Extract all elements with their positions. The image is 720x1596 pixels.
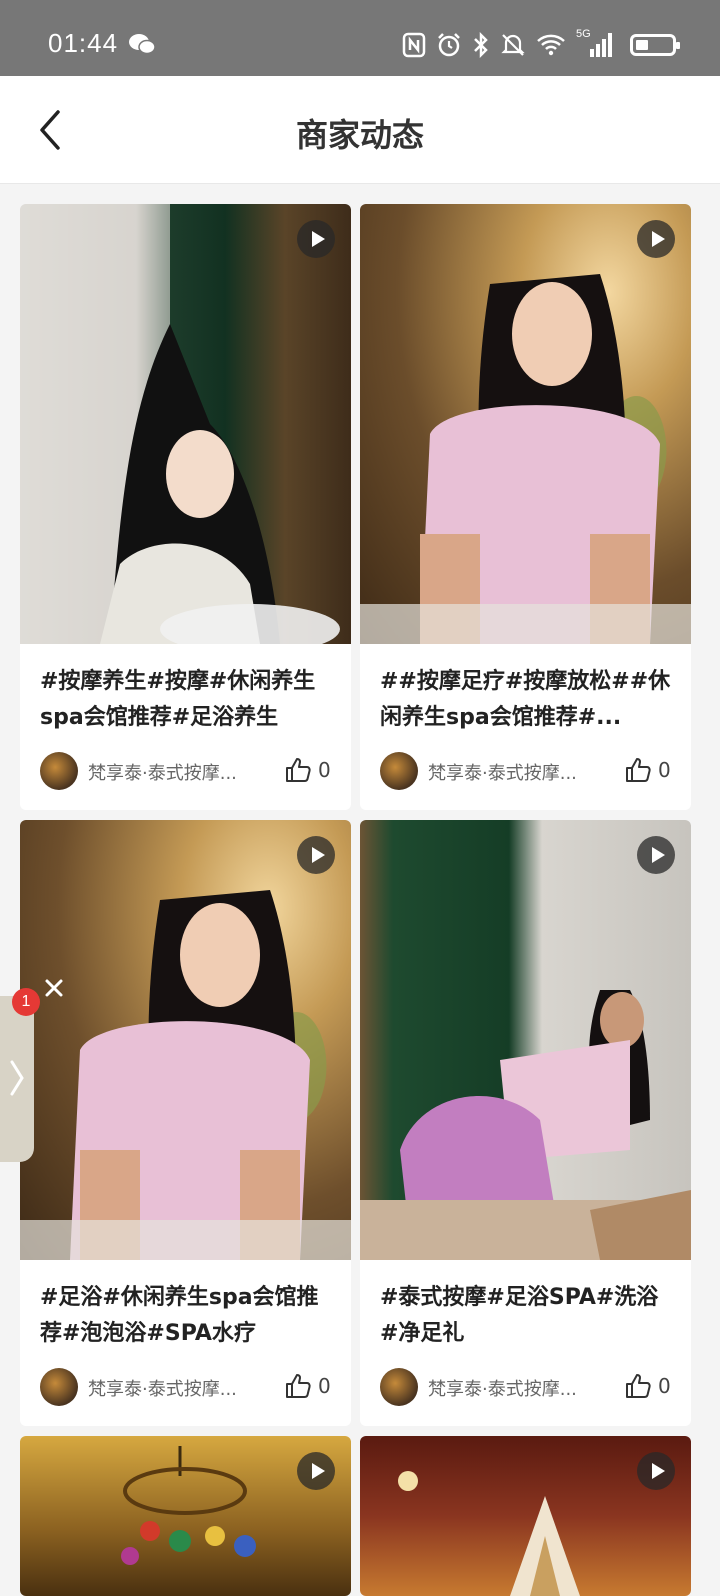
feed-card[interactable]: #足浴#休闲养生spa会馆推荐#泡泡浴#SPA水疗 梵享泰·泰式按摩... 0 xyxy=(20,820,351,1426)
video-thumbnail[interactable] xyxy=(360,204,691,644)
status-bar: 01:44 5G xyxy=(0,0,720,76)
shop-avatar[interactable] xyxy=(380,752,418,790)
notification-badge: 1 xyxy=(12,988,40,1016)
feed-card[interactable] xyxy=(360,1436,691,1596)
video-thumbnail[interactable] xyxy=(360,1436,691,1596)
wechat-icon xyxy=(129,34,156,55)
status-icons: 5G xyxy=(402,28,680,60)
thumbs-up-icon[interactable] xyxy=(624,1372,652,1400)
play-icon xyxy=(637,1452,675,1490)
nav-bar: 商家动态 xyxy=(0,76,720,184)
feed-card[interactable]: ##按摩足疗#按摩放松##休闲养生spa会馆推荐#... 梵享泰·泰式按摩...… xyxy=(360,204,691,810)
thumbs-up-icon[interactable] xyxy=(284,1372,312,1400)
battery-icon xyxy=(630,34,680,56)
post-meta: 梵享泰·泰式按摩... 0 xyxy=(360,1360,691,1426)
thumbs-up-icon[interactable] xyxy=(624,756,652,784)
feed-card[interactable]: #按摩养生#按摩#休闲养生spa会馆推荐#足浴养生 梵享泰·泰式按摩... 0 xyxy=(20,204,351,810)
post-meta: 梵享泰·泰式按摩... 0 xyxy=(20,744,351,810)
bluetooth-icon xyxy=(474,32,488,58)
video-thumbnail-image xyxy=(20,890,351,1260)
status-time: 01:44 xyxy=(48,28,119,58)
play-icon xyxy=(297,220,335,258)
like-count: 0 xyxy=(318,1374,331,1398)
shop-avatar[interactable] xyxy=(380,1368,418,1406)
post-caption: #足浴#休闲养生spa会馆推荐#泡泡浴#SPA水疗 xyxy=(40,1285,319,1346)
like-count: 0 xyxy=(318,758,331,782)
shop-name[interactable]: 梵享泰·泰式按摩... xyxy=(428,1375,610,1401)
video-thumbnail-image xyxy=(20,204,340,644)
post-caption: ##按摩足疗#按摩放松##休闲养生spa会馆推荐#... xyxy=(380,669,671,730)
cellular-signal-icon: 5G xyxy=(576,28,616,59)
post-meta: 梵享泰·泰式按摩... 0 xyxy=(360,744,691,810)
like-count: 0 xyxy=(658,758,671,782)
alarm-icon xyxy=(438,33,460,57)
shop-avatar[interactable] xyxy=(40,1368,78,1406)
shop-name[interactable]: 梵享泰·泰式按摩... xyxy=(88,1375,270,1401)
feed-card[interactable]: #泰式按摩#足浴SPA#洗浴#净足礼 梵享泰·泰式按摩... 0 xyxy=(360,820,691,1426)
thumbs-up-icon[interactable] xyxy=(284,756,312,784)
nfc-icon xyxy=(402,32,426,58)
wifi-icon xyxy=(537,34,565,56)
like-count: 0 xyxy=(658,1374,671,1398)
play-icon xyxy=(637,836,675,874)
play-icon xyxy=(637,220,675,258)
mute-icon xyxy=(501,34,525,56)
shop-name[interactable]: 梵享泰·泰式按摩... xyxy=(428,759,610,785)
close-icon[interactable] xyxy=(44,978,64,998)
feed-card[interactable] xyxy=(20,1436,351,1596)
video-thumbnail-image xyxy=(360,274,691,644)
post-caption: #泰式按摩#足浴SPA#洗浴#净足礼 xyxy=(380,1285,659,1346)
video-thumbnail-image xyxy=(360,990,691,1260)
play-icon xyxy=(297,836,335,874)
shop-name[interactable]: 梵享泰·泰式按摩... xyxy=(88,759,270,785)
page-title: 商家动态 xyxy=(295,116,424,154)
play-icon xyxy=(297,1452,335,1490)
post-meta: 梵享泰·泰式按摩... 0 xyxy=(20,1360,351,1426)
video-thumbnail[interactable] xyxy=(360,820,691,1260)
floating-side-tab[interactable] xyxy=(0,996,34,1162)
video-thumbnail[interactable] xyxy=(20,820,351,1260)
chevron-right-icon xyxy=(10,1060,24,1096)
video-thumbnail[interactable] xyxy=(20,204,351,644)
shop-avatar[interactable] xyxy=(40,752,78,790)
video-thumbnail[interactable] xyxy=(20,1436,351,1596)
post-caption: #按摩养生#按摩#休闲养生spa会馆推荐#足浴养生 xyxy=(40,669,316,730)
